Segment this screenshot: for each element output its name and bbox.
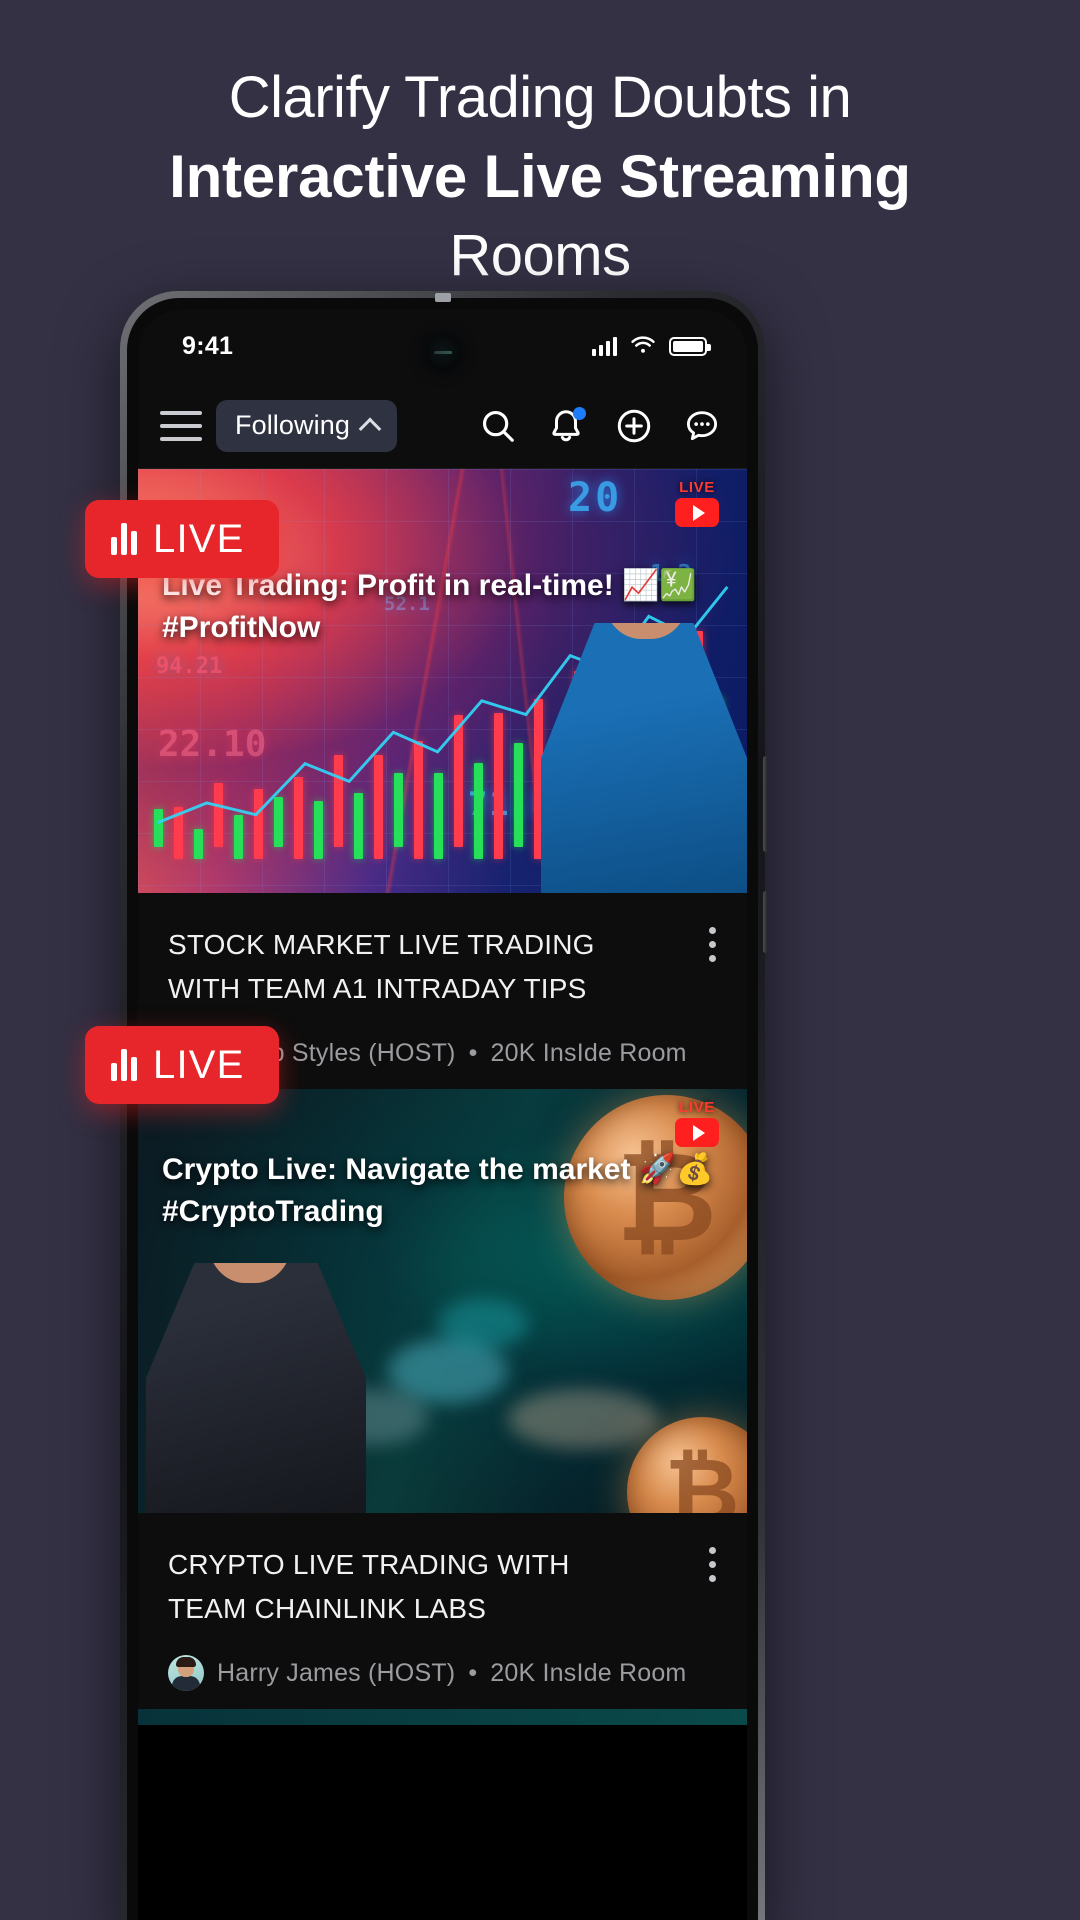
volume-button[interactable] [763,891,768,953]
live-badge[interactable]: LIVE [85,1026,279,1104]
card-viewers: 20K InsIde Room [490,1038,687,1067]
signal-bars-icon [591,336,617,356]
live-bars-icon [111,523,137,555]
corner-live-indicator: LIVE [665,1099,729,1147]
promo-page: Clarify Trading Doubts in Interactive Li… [0,0,1080,1920]
live-bars-icon [111,1049,137,1081]
app-nav-bar: Following [138,383,747,469]
live-badge[interactable]: LIVE [85,500,279,578]
battery-full-icon [669,336,711,356]
kebab-menu-icon[interactable] [709,927,717,962]
list-item[interactable]: Crypto Live: Navigate the market 🚀💰 #Cry… [138,1089,747,1725]
feed-filter-label: Following [235,410,350,440]
headline-line-3: Rooms [449,223,631,288]
headline-line-1: Clarify Trading Doubts in [228,65,852,130]
chevron-up-icon [358,417,382,440]
corner-live-label: LIVE [679,479,715,496]
bitcoin-coin [627,1417,747,1513]
status-icons [591,336,711,356]
page-title: Clarify Trading Doubts in Interactive Li… [0,58,1080,295]
video-camera-icon [675,1118,719,1147]
card-separator: • [468,1658,478,1687]
host-photo [146,1263,366,1513]
avatar [168,1655,204,1691]
wifi-icon [631,336,655,353]
card-separator: • [468,1038,478,1067]
chat-bubble-icon[interactable] [683,407,721,445]
bell-icon[interactable] [547,406,586,445]
power-button[interactable] [763,756,768,852]
headline-line-2: Interactive Live Streaming [169,143,911,210]
video-camera-icon [675,498,719,527]
feed-filter-dropdown[interactable]: Following [216,399,397,452]
card-meta: CRYPTO LIVE TRADING WITH TEAM CHAINLINK … [138,1513,747,1709]
next-card-peek [138,1709,747,1725]
plus-circle-icon[interactable] [615,407,653,445]
live-badge-label: LIVE [153,1042,245,1087]
card-title: CRYPTO LIVE TRADING WITH TEAM CHAINLINK … [168,1549,570,1624]
hamburger-menu-icon[interactable] [160,410,202,441]
status-time: 9:41 [182,331,234,360]
card-title: STOCK MARKET LIVE TRADING WITH TEAM A1 I… [168,929,595,1004]
live-badge-label: LIVE [153,516,245,561]
search-icon[interactable] [479,407,517,445]
status-bar: 9:41 [138,309,747,383]
front-camera-punchhole [424,335,461,371]
notification-badge [573,406,586,420]
stream-thumbnail[interactable]: Crypto Live: Navigate the market 🚀💰 #Cry… [138,1089,747,1513]
kebab-menu-icon[interactable] [709,1547,717,1582]
thumbnail-overlay-title: Crypto Live: Navigate the market 🚀💰 #Cry… [162,1153,714,1228]
nav-icon-group [479,406,721,445]
corner-live-indicator: LIVE [665,479,729,527]
corner-live-label: LIVE [679,1099,715,1116]
earpiece-speaker [434,293,451,302]
card-subtitle-row: Harry James (HOST) • 20K InsIde Room [168,1655,719,1691]
card-host: Harry James (HOST) [217,1658,456,1687]
card-viewers: 20K InsIde Room [490,1658,687,1687]
